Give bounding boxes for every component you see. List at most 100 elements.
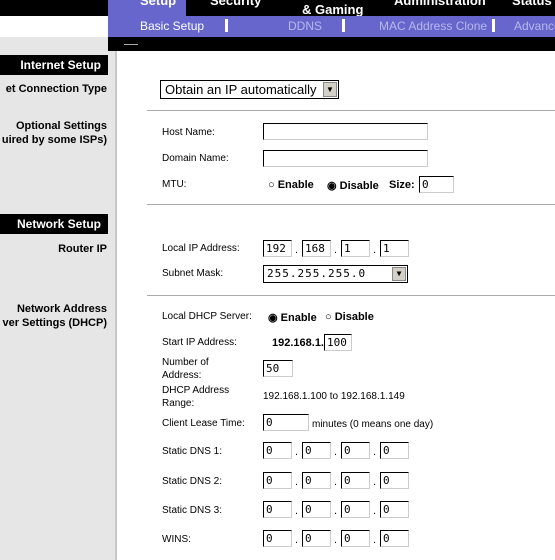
number-label: Number of <box>162 357 209 368</box>
subtab-advanced-routing[interactable]: Advance <box>514 19 555 33</box>
dns-1-octet-1[interactable]: 0 <box>263 442 292 459</box>
dhcp-enable-radio[interactable]: ◉ Enable <box>268 311 317 324</box>
tab-security[interactable]: Security <box>210 0 261 8</box>
divider <box>492 19 495 32</box>
section-network-setup: Network Setup <box>0 214 108 234</box>
dot-separator: . <box>334 446 338 458</box>
dhcp-disable-radio[interactable]: ○ Disable <box>325 311 374 323</box>
dns-4-octet-4[interactable]: 0 <box>380 530 409 547</box>
dns-4-octet-1[interactable]: 0 <box>263 530 292 547</box>
select-value: 255.255.255.0 <box>267 267 367 280</box>
dns-2-octet-3[interactable]: 0 <box>341 472 370 489</box>
dot-separator: . <box>295 505 299 517</box>
subtab-mac-clone[interactable]: MAC Address Clone <box>379 19 487 33</box>
local-ip-octet-4[interactable]: 1 <box>380 240 409 257</box>
divider <box>147 204 555 205</box>
dns-3-octet-4[interactable]: 0 <box>380 501 409 518</box>
dot-separator: . <box>373 505 377 517</box>
dot-separator: . <box>373 446 377 458</box>
dns-3-octet-2[interactable]: 0 <box>302 501 331 518</box>
mtu-size-label: Size: <box>389 179 415 191</box>
subnet-mask-select[interactable]: 255.255.255.0 ▼ <box>263 265 408 283</box>
domain-name-input[interactable] <box>263 150 428 167</box>
subtab-basic-setup[interactable]: Basic Setup <box>140 19 204 33</box>
header-strip <box>108 37 555 51</box>
host-name-input[interactable] <box>263 123 428 140</box>
lease-time-input[interactable]: 0 <box>263 414 309 431</box>
start-ip-input[interactable]: 100 <box>324 334 352 351</box>
tab-setup[interactable]: Setup <box>108 0 186 16</box>
range-label: DHCP Address <box>162 385 230 396</box>
select-value: Obtain an IP automatically <box>165 82 317 97</box>
dns-1-octet-2[interactable]: 0 <box>302 442 331 459</box>
dns-3-octet-3[interactable]: 0 <box>341 501 370 518</box>
dot-separator: . <box>373 534 377 546</box>
label-dhcp-2: ver Settings (DHCP) <box>2 317 107 329</box>
subtab-ddns[interactable]: DDNS <box>288 19 322 33</box>
dns-1-octet-3[interactable]: 0 <box>341 442 370 459</box>
main-tab-bar: Setup Security & Gaming Administration S… <box>0 0 555 16</box>
divider <box>147 110 555 111</box>
range-label-2: Range: <box>162 398 195 409</box>
local-ip-octet-2[interactable]: 168 <box>302 240 331 257</box>
radio-label: Disable <box>334 311 374 323</box>
tab-administration[interactable]: Administration <box>394 0 486 8</box>
dot-separator: . <box>295 534 299 546</box>
divider <box>342 19 345 32</box>
dns-2-octet-4[interactable]: 0 <box>380 472 409 489</box>
lease-time-suffix: minutes (0 means one day) <box>312 419 434 430</box>
label-connection-type: et Connection Type <box>5 83 107 95</box>
dhcp-range-value: 192.168.1.100 to 192.168.1.149 <box>263 391 405 402</box>
dot-separator: . <box>295 446 299 458</box>
dns-4-label: WINS: <box>162 534 191 545</box>
dot-separator: . <box>334 505 338 517</box>
mtu-label: MTU: <box>162 179 187 190</box>
dns-2-octet-1[interactable]: 0 <box>263 472 292 489</box>
label-optional-settings: Optional Settings <box>15 120 107 132</box>
dns-2-octet-2[interactable]: 0 <box>302 472 331 489</box>
label-dhcp: Network Address <box>16 303 107 315</box>
host-name-label: Host Name: <box>162 127 215 138</box>
radio-label: Enable <box>280 312 317 324</box>
dns-1-label: Static DNS 1: <box>162 446 223 457</box>
label-router-ip: Router IP <box>58 243 107 255</box>
dot-separator: . <box>295 476 299 488</box>
radio-label: Enable <box>277 179 314 191</box>
label-optional-settings-2: uired by some ISPs) <box>1 134 107 146</box>
radio-label: Disable <box>339 180 379 192</box>
dns-1-octet-4[interactable]: 0 <box>380 442 409 459</box>
sub-nav: Basic Setup DDNS MAC Address Clone Advan… <box>108 16 555 37</box>
chevron-down-icon: ▼ <box>323 82 337 97</box>
dot-separator: . <box>334 534 338 546</box>
chevron-down-icon: ▼ <box>392 267 406 281</box>
mtu-disable-radio[interactable]: ◉ Disable <box>327 179 379 192</box>
domain-name-label: Domain Name: <box>162 153 229 164</box>
local-ip-octet-1[interactable]: 192 <box>263 240 292 257</box>
connection-type-select[interactable]: Obtain an IP automatically ▼ <box>160 80 339 99</box>
tab-applications-gaming[interactable]: & Gaming <box>302 2 363 16</box>
section-internet-setup: Internet Setup <box>0 55 108 75</box>
divider <box>147 295 555 296</box>
lease-time-label: Client Lease Time: <box>162 418 245 429</box>
dns-4-octet-3[interactable]: 0 <box>341 530 370 547</box>
dhcp-server-label: Local DHCP Server: <box>162 311 252 322</box>
mtu-size-input[interactable]: 0 <box>419 176 454 193</box>
local-ip-octet-3[interactable]: 1 <box>341 240 370 257</box>
dns-3-label: Static DNS 3: <box>162 505 223 516</box>
dot-separator: . <box>334 476 338 488</box>
tab-label: Setup <box>140 0 177 8</box>
number-of-address-input[interactable]: 50 <box>263 360 293 377</box>
dot-separator: . <box>373 476 377 488</box>
left-panel: Internet Setup et Connection Type Option… <box>0 37 117 560</box>
number-label-2: Address: <box>162 370 202 381</box>
start-ip-prefix: 192.168.1. <box>272 337 324 349</box>
mtu-enable-radio[interactable]: ○ Enable <box>268 179 314 191</box>
divider <box>225 19 228 32</box>
tab-status[interactable]: Status <box>512 0 552 8</box>
dns-3-octet-1[interactable]: 0 <box>263 501 292 518</box>
subnet-mask-label: Subnet Mask: <box>162 268 224 279</box>
start-ip-label: Start IP Address: <box>162 337 237 348</box>
dns-2-label: Static DNS 2: <box>162 476 223 487</box>
dns-4-octet-2[interactable]: 0 <box>302 530 331 547</box>
local-ip-label: Local IP Address: <box>162 243 240 254</box>
